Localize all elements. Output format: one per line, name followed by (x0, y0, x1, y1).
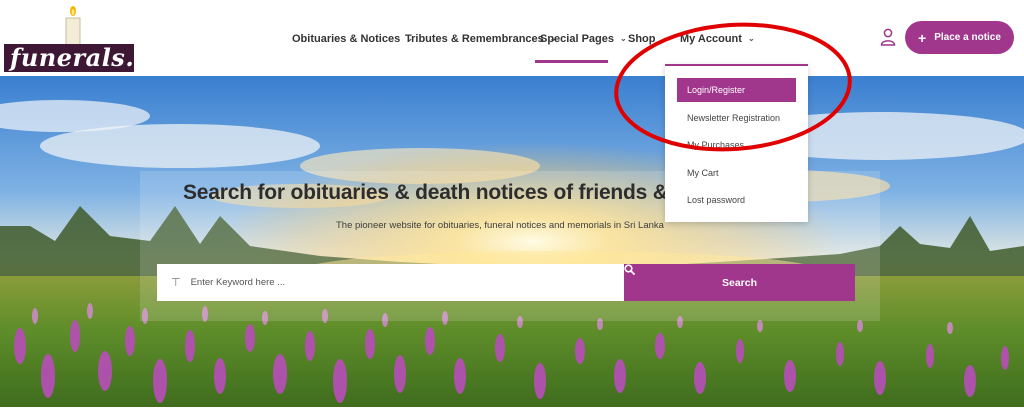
hero-banner: Search for obituaries & death notices of… (0, 76, 1024, 407)
plus-icon: + (918, 29, 927, 46)
place-notice-label: Place a notice (934, 32, 1001, 43)
menu-item-my-purchases[interactable]: My Purchases (677, 133, 796, 157)
place-notice-button[interactable]: + Place a notice (905, 21, 1014, 54)
nav-item-label: Special Pages (540, 33, 614, 45)
nav-item-special-pages[interactable]: Special Pages ⌄ (540, 29, 627, 49)
search-button[interactable]: Search (624, 264, 855, 301)
chevron-down-icon: ⌄ (747, 34, 755, 43)
menu-item-login-register[interactable]: Login/Register (677, 78, 796, 102)
nav-item-label: Obituaries & Notices (292, 33, 401, 45)
nav-item-tributes[interactable]: Tributes & Remembrances ⌄ (405, 29, 556, 49)
nav-item-label: Tributes & Remembrances (405, 33, 544, 45)
hero-subtitle: The pioneer website for obituaries, fune… (336, 220, 664, 231)
menu-item-newsletter-registration[interactable]: Newsletter Registration (677, 106, 796, 130)
search-button-label: Search (721, 276, 758, 289)
search-input[interactable] (190, 277, 591, 288)
nav-item-label: Shop (628, 33, 656, 45)
menu-item-lost-password[interactable]: Lost password (677, 188, 796, 212)
logo-text: funerals.lk (10, 43, 161, 72)
page-divider (0, 407, 1024, 413)
search-field-container[interactable]: ⊤ (157, 264, 624, 301)
search-icon (624, 264, 635, 275)
user-icon[interactable] (880, 28, 896, 46)
nav-item-label: My Account (680, 33, 742, 45)
site-logo[interactable]: funerals.lk (4, 4, 160, 72)
account-dropdown-menu: Login/Register Newsletter Registration M… (665, 64, 808, 222)
nav-item-my-account[interactable]: My Account ⌄ (680, 29, 755, 49)
nav-item-obituaries[interactable]: Obituaries & Notices ⌄ (292, 29, 413, 49)
nav-item-shop[interactable]: Shop (628, 29, 656, 49)
chevron-down-icon: ⌄ (620, 34, 627, 43)
text-cursor-icon: ⊤ (171, 276, 181, 289)
active-nav-indicator (535, 60, 608, 63)
menu-item-my-cart[interactable]: My Cart (677, 161, 796, 185)
hero-background-image (0, 76, 1024, 407)
site-header: funerals.lk Obituaries & Notices ⌄ Tribut… (0, 0, 1024, 76)
